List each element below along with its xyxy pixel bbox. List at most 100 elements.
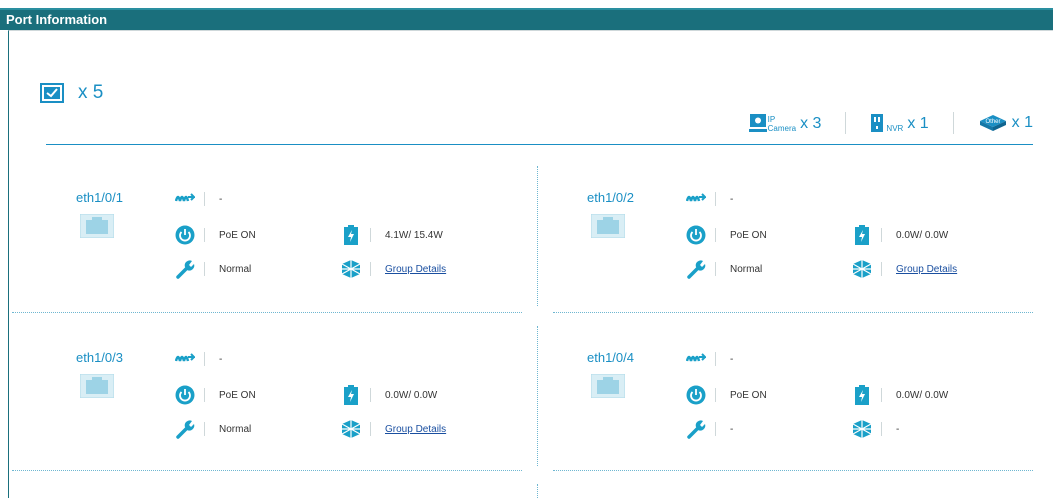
- row-separator: [204, 192, 205, 206]
- power-usage-row: 4.1W/ 15.4W: [340, 224, 443, 246]
- battery-icon: [340, 384, 362, 406]
- ip-camera-summary[interactable]: IP Camera x 3: [748, 113, 822, 133]
- port-status: -: [730, 423, 734, 435]
- wrench-icon: [174, 258, 196, 280]
- link-value-row: -: [685, 348, 733, 370]
- poe-status: PoE ON: [730, 389, 767, 401]
- power-usage-row: 0.0W/ 0.0W: [851, 224, 948, 246]
- row-separator: [715, 228, 716, 242]
- row-separator: [370, 422, 371, 436]
- row-separator: [715, 352, 716, 366]
- group-details-row: Group Details: [340, 258, 446, 280]
- row-separator: [715, 388, 716, 402]
- link-status-icon: [174, 348, 196, 370]
- summary-divider: [845, 112, 847, 134]
- battery-icon: [340, 224, 362, 246]
- grid-divider-vertical: [537, 326, 538, 466]
- port-status: Normal: [219, 423, 252, 435]
- ip-camera-icon: [748, 114, 767, 132]
- checkbox-icon[interactable]: [40, 83, 64, 103]
- poe-status: PoE ON: [730, 229, 767, 241]
- group-icon: [340, 418, 362, 440]
- row-separator: [204, 228, 205, 242]
- group-details-link[interactable]: Group Details: [896, 264, 957, 275]
- link-status-icon: [685, 348, 707, 370]
- row-separator: [715, 192, 716, 206]
- group-details-link[interactable]: Group Details: [385, 424, 446, 435]
- port-card[interactable]: eth1/0/4 - PoE ON - 0.0W/ 0.0W -: [557, 330, 1027, 460]
- row-separator: [370, 262, 371, 276]
- group-details-row: Group Details: [851, 258, 957, 280]
- grid-divider-horizontal: [553, 312, 1033, 313]
- port-status-row: Normal: [685, 258, 762, 280]
- power-usage: 0.0W/ 0.0W: [385, 389, 438, 401]
- ethernet-port-icon: [590, 213, 626, 239]
- group-icon: [340, 258, 362, 280]
- summary-divider-line: [46, 144, 1033, 145]
- group-details: -: [896, 423, 900, 435]
- nvr-label: NVR: [886, 124, 904, 133]
- row-separator: [204, 262, 205, 276]
- ip-camera-count: x 3: [800, 115, 822, 132]
- other-count: x 1: [1011, 114, 1033, 131]
- row-separator: [715, 422, 716, 436]
- nvr-summary[interactable]: NVR x 1: [870, 113, 929, 133]
- power-icon: [685, 384, 707, 406]
- link-value: -: [219, 353, 223, 365]
- link-value-row: -: [174, 348, 222, 370]
- port-name: eth1/0/3: [76, 350, 123, 365]
- row-separator: [881, 422, 882, 436]
- link-value: -: [730, 353, 734, 365]
- power-usage: 4.1W/ 15.4W: [385, 229, 443, 241]
- port-status: Normal: [730, 263, 763, 275]
- row-separator: [370, 388, 371, 402]
- panel-title-text: Port Information: [6, 12, 108, 27]
- row-separator: [370, 228, 371, 242]
- wrench-icon: [685, 258, 707, 280]
- power-usage: 0.0W/ 0.0W: [896, 389, 949, 401]
- link-status-icon: [174, 188, 196, 210]
- power-usage-row: 0.0W/ 0.0W: [851, 384, 948, 406]
- group-details-row: Group Details: [340, 418, 446, 440]
- link-status-icon: [685, 188, 707, 210]
- other-summary[interactable]: Other x 1: [978, 114, 1033, 132]
- ethernet-port-icon: [79, 213, 115, 239]
- poe-status-row: PoE ON: [685, 224, 767, 246]
- port-status-row: -: [685, 418, 733, 440]
- battery-icon: [851, 384, 873, 406]
- port-name: eth1/0/2: [587, 190, 634, 205]
- grid-divider-vertical: [537, 166, 538, 306]
- poe-status: PoE ON: [219, 389, 256, 401]
- port-card[interactable]: eth1/0/3 - PoE ON Normal 0.0W/ 0.0W Group Det…: [46, 330, 516, 460]
- ip-camera-label-top: IP: [767, 115, 776, 124]
- row-separator: [715, 262, 716, 276]
- link-value: -: [219, 193, 223, 205]
- ip-camera-label-bottom: Camera: [767, 124, 797, 133]
- port-name: eth1/0/1: [76, 190, 123, 205]
- row-separator: [881, 228, 882, 242]
- power-usage: 0.0W/ 0.0W: [896, 229, 949, 241]
- poe-status-row: PoE ON: [174, 384, 256, 406]
- power-usage-row: 0.0W/ 0.0W: [340, 384, 437, 406]
- group-details-link[interactable]: Group Details: [385, 264, 446, 275]
- port-card[interactable]: eth1/0/2 - PoE ON Normal 0.0W/ 0.0W Group Det…: [557, 170, 1027, 300]
- power-icon: [174, 224, 196, 246]
- power-icon: [174, 384, 196, 406]
- other-label: Other: [985, 119, 1000, 125]
- grid-divider-horizontal: [12, 470, 522, 471]
- link-value-row: -: [685, 188, 733, 210]
- port-card[interactable]: eth1/0/1 - PoE ON Normal 4.1W/ 15.4W Group De…: [46, 170, 516, 300]
- row-separator: [204, 388, 205, 402]
- panel-title: Port Information: [0, 8, 1053, 30]
- wrench-icon: [685, 418, 707, 440]
- nvr-icon: [871, 114, 884, 132]
- battery-icon: [851, 224, 873, 246]
- poe-status-row: PoE ON: [685, 384, 767, 406]
- device-summary: IP Camera x 3 NVR x 1 Other x 1: [748, 112, 1033, 134]
- other-device-icon: Other: [979, 115, 1006, 131]
- poe-status: PoE ON: [219, 229, 256, 241]
- group-icon: [851, 418, 873, 440]
- row-separator: [881, 388, 882, 402]
- row-separator: [204, 422, 205, 436]
- ethernet-port-icon: [79, 373, 115, 399]
